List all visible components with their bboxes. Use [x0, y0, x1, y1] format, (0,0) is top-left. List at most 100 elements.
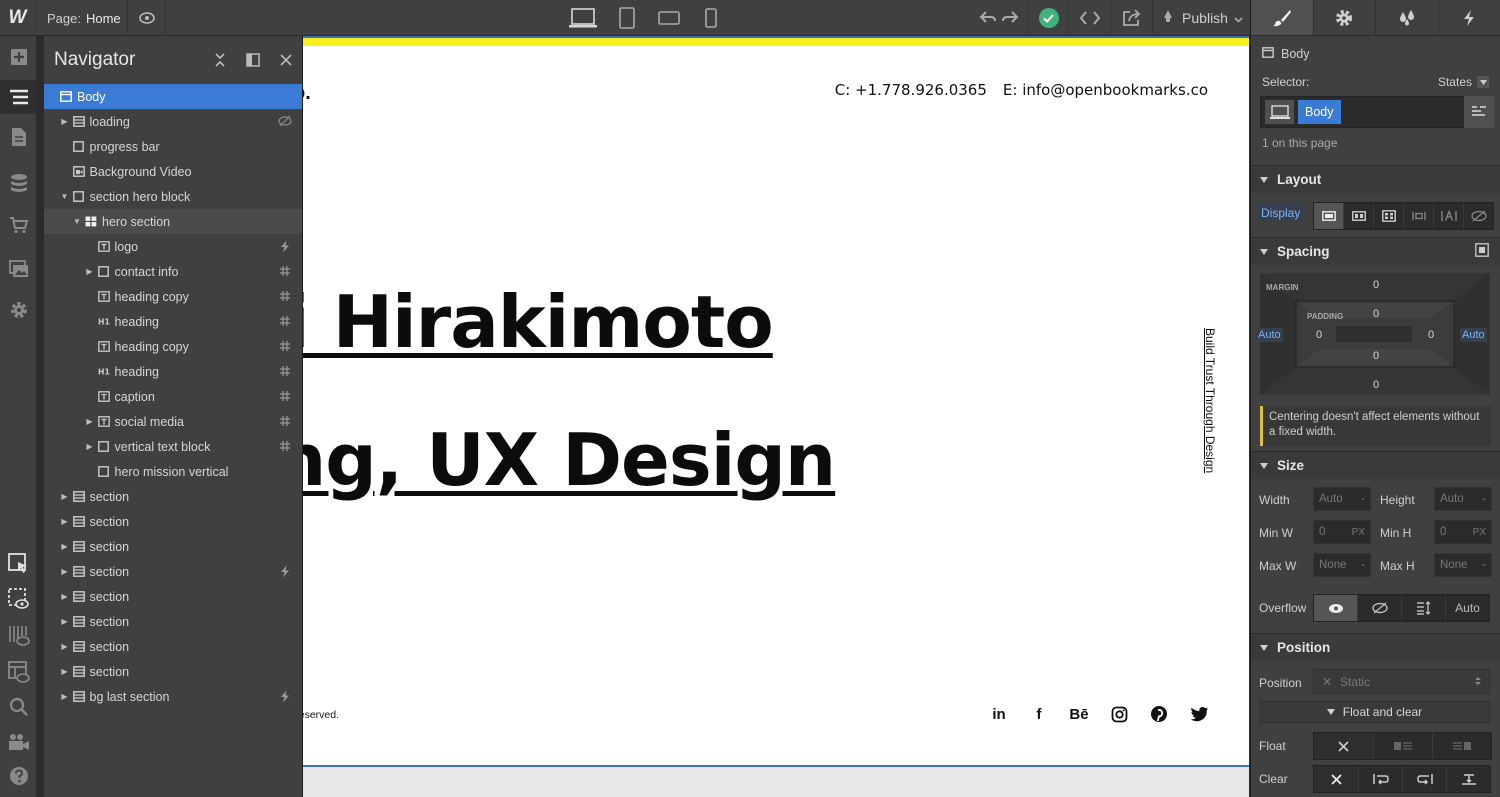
navigator-item[interactable]: ▶ loading — [44, 109, 302, 134]
site-logo[interactable]: o. — [303, 82, 311, 105]
xray-grid-icon[interactable] — [0, 618, 37, 652]
width-input[interactable]: Auto - — [1313, 487, 1371, 511]
states-chevron-icon[interactable] — [1477, 76, 1489, 88]
symbol-hash-icon[interactable] — [278, 264, 292, 278]
padding-bottom-value[interactable]: 0 — [1251, 350, 1500, 362]
navigator-item[interactable]: ▶ section — [44, 534, 302, 559]
selector-menu-icon[interactable] — [1464, 96, 1494, 128]
behance-icon[interactable]: Bē — [1069, 704, 1089, 724]
overflow-visible-icon[interactable] — [1314, 595, 1357, 621]
pinterest-icon[interactable] — [1149, 704, 1169, 724]
style-brush-icon[interactable] — [1251, 0, 1313, 35]
collapse-caret-icon[interactable]: ▼ — [60, 192, 70, 201]
navigator-item[interactable]: ▼ section hero block — [44, 184, 302, 209]
collapse-caret-icon[interactable]: ▼ — [72, 217, 82, 226]
navigator-item[interactable]: Background Video — [44, 159, 302, 184]
contact-info[interactable]: C: +1.778.926.0365 E: info@openbookmarks… — [835, 81, 1208, 99]
mobile-portrait-view-icon[interactable] — [690, 0, 732, 36]
states-dropdown[interactable]: States — [1438, 75, 1472, 89]
layout-preview-icon[interactable] — [0, 655, 37, 689]
pin-panel-icon[interactable] — [236, 36, 269, 84]
symbol-hash-icon[interactable] — [278, 364, 292, 378]
mobile-landscape-view-icon[interactable] — [648, 0, 690, 36]
publish-button[interactable]: Publish — [1152, 0, 1250, 36]
webflow-logo[interactable]: W — [0, 0, 36, 36]
interactions-bolt-icon[interactable] — [1437, 0, 1500, 35]
spacing-expand-icon[interactable] — [1475, 243, 1489, 260]
search-icon[interactable] — [0, 690, 37, 724]
selector-field[interactable]: Body — [1260, 96, 1494, 128]
expand-caret-icon[interactable]: ▶ — [60, 492, 70, 501]
undo-icon[interactable] — [979, 10, 997, 27]
min-height-unit[interactable]: PX — [1473, 527, 1486, 538]
navigator-item[interactable]: Body — [44, 84, 302, 109]
ecommerce-cart-icon[interactable] — [0, 208, 37, 242]
symbol-hash-icon[interactable] — [278, 339, 292, 353]
preview-eye-icon[interactable] — [128, 0, 166, 36]
close-icon[interactable] — [269, 36, 302, 84]
padding-right-value[interactable]: 0 — [1428, 329, 1434, 341]
max-height-input[interactable]: None - — [1434, 553, 1492, 577]
max-width-input[interactable]: None - — [1313, 553, 1371, 577]
float-none-icon[interactable] — [1314, 733, 1373, 759]
navigator-item[interactable]: heading copy — [44, 334, 302, 359]
element-settings-gear-icon[interactable] — [1312, 0, 1376, 35]
redo-icon[interactable] — [1001, 10, 1019, 27]
symbol-hash-icon[interactable] — [278, 289, 292, 303]
overflow-hidden-icon[interactable] — [1357, 595, 1401, 621]
overflow-auto-button[interactable]: Auto — [1445, 595, 1489, 621]
min-width-unit[interactable]: PX — [1352, 527, 1365, 538]
expand-caret-icon[interactable]: ▶ — [85, 417, 95, 426]
expand-caret-icon[interactable]: ▶ — [60, 117, 70, 126]
assets-icon[interactable] — [0, 252, 37, 286]
symbol-hash-icon[interactable] — [278, 439, 292, 453]
navigator-item[interactable]: ▶ section — [44, 584, 302, 609]
position-section-header[interactable]: Position — [1251, 633, 1500, 661]
progress-bar[interactable] — [303, 36, 1249, 46]
pages-icon[interactable] — [0, 120, 37, 154]
hero-heading-line-1[interactable]: i Hirakimoto — [303, 280, 774, 364]
vertical-text-block[interactable]: Build Trust Through Design — [1203, 328, 1217, 473]
display-none-icon[interactable] — [1463, 203, 1493, 229]
hero-heading-line-2[interactable]: ng, UX Design — [303, 418, 836, 502]
navigator-item[interactable]: ▶ vertical text block — [44, 434, 302, 459]
clear-left-icon[interactable] — [1358, 766, 1402, 792]
expand-caret-icon[interactable]: ▶ — [60, 617, 70, 626]
layout-section-header[interactable]: Layout — [1251, 165, 1500, 193]
collapse-all-icon[interactable] — [203, 36, 236, 84]
expand-caret-icon[interactable]: ▶ — [60, 517, 70, 526]
hidden-eye-icon[interactable] — [278, 114, 292, 128]
navigator-item[interactable]: ▶ section — [44, 559, 302, 584]
display-inline-block-icon[interactable] — [1403, 203, 1433, 229]
contact-phone[interactable]: C: +1.778.926.0365 — [835, 81, 987, 99]
symbol-hash-icon[interactable] — [278, 414, 292, 428]
margin-top-value[interactable]: 0 — [1251, 279, 1500, 291]
saved-status[interactable] — [1028, 0, 1068, 36]
display-label[interactable]: Display — [1258, 204, 1304, 222]
navigator-icon[interactable] — [0, 80, 37, 114]
min-width-input[interactable]: 0 PX — [1313, 520, 1371, 544]
spacing-section-header[interactable]: Spacing — [1251, 237, 1500, 265]
height-input[interactable]: Auto - — [1434, 487, 1492, 511]
float-right-icon[interactable] — [1432, 733, 1491, 759]
navigator-item[interactable]: caption — [44, 384, 302, 409]
navigator-item[interactable]: ▶ section — [44, 484, 302, 509]
linkedin-icon[interactable]: in — [989, 704, 1009, 724]
design-canvas[interactable]: o. C: +1.778.926.0365 E: info@openbookma… — [303, 36, 1249, 797]
add-panel-icon[interactable] — [0, 40, 37, 74]
overflow-scroll-icon[interactable] — [1401, 595, 1445, 621]
navigator-item[interactable]: ▶ social media — [44, 409, 302, 434]
settings-gear-icon[interactable] — [0, 293, 37, 327]
code-icon[interactable] — [1068, 0, 1110, 36]
desktop-view-icon[interactable] — [560, 0, 606, 36]
page-selector[interactable]: Page: Home — [36, 0, 128, 36]
navigator-item[interactable]: ▶ section — [44, 609, 302, 634]
clear-both-icon[interactable] — [1446, 766, 1490, 792]
clear-right-icon[interactable] — [1402, 766, 1446, 792]
navigator-item[interactable]: H1 heading — [44, 309, 302, 334]
navigator-item[interactable]: progress bar — [44, 134, 302, 159]
preview-element-icon[interactable] — [0, 582, 37, 616]
expand-caret-icon[interactable]: ▶ — [85, 442, 95, 451]
tablet-view-icon[interactable] — [606, 0, 648, 36]
video-tutorials-icon[interactable] — [0, 725, 37, 759]
